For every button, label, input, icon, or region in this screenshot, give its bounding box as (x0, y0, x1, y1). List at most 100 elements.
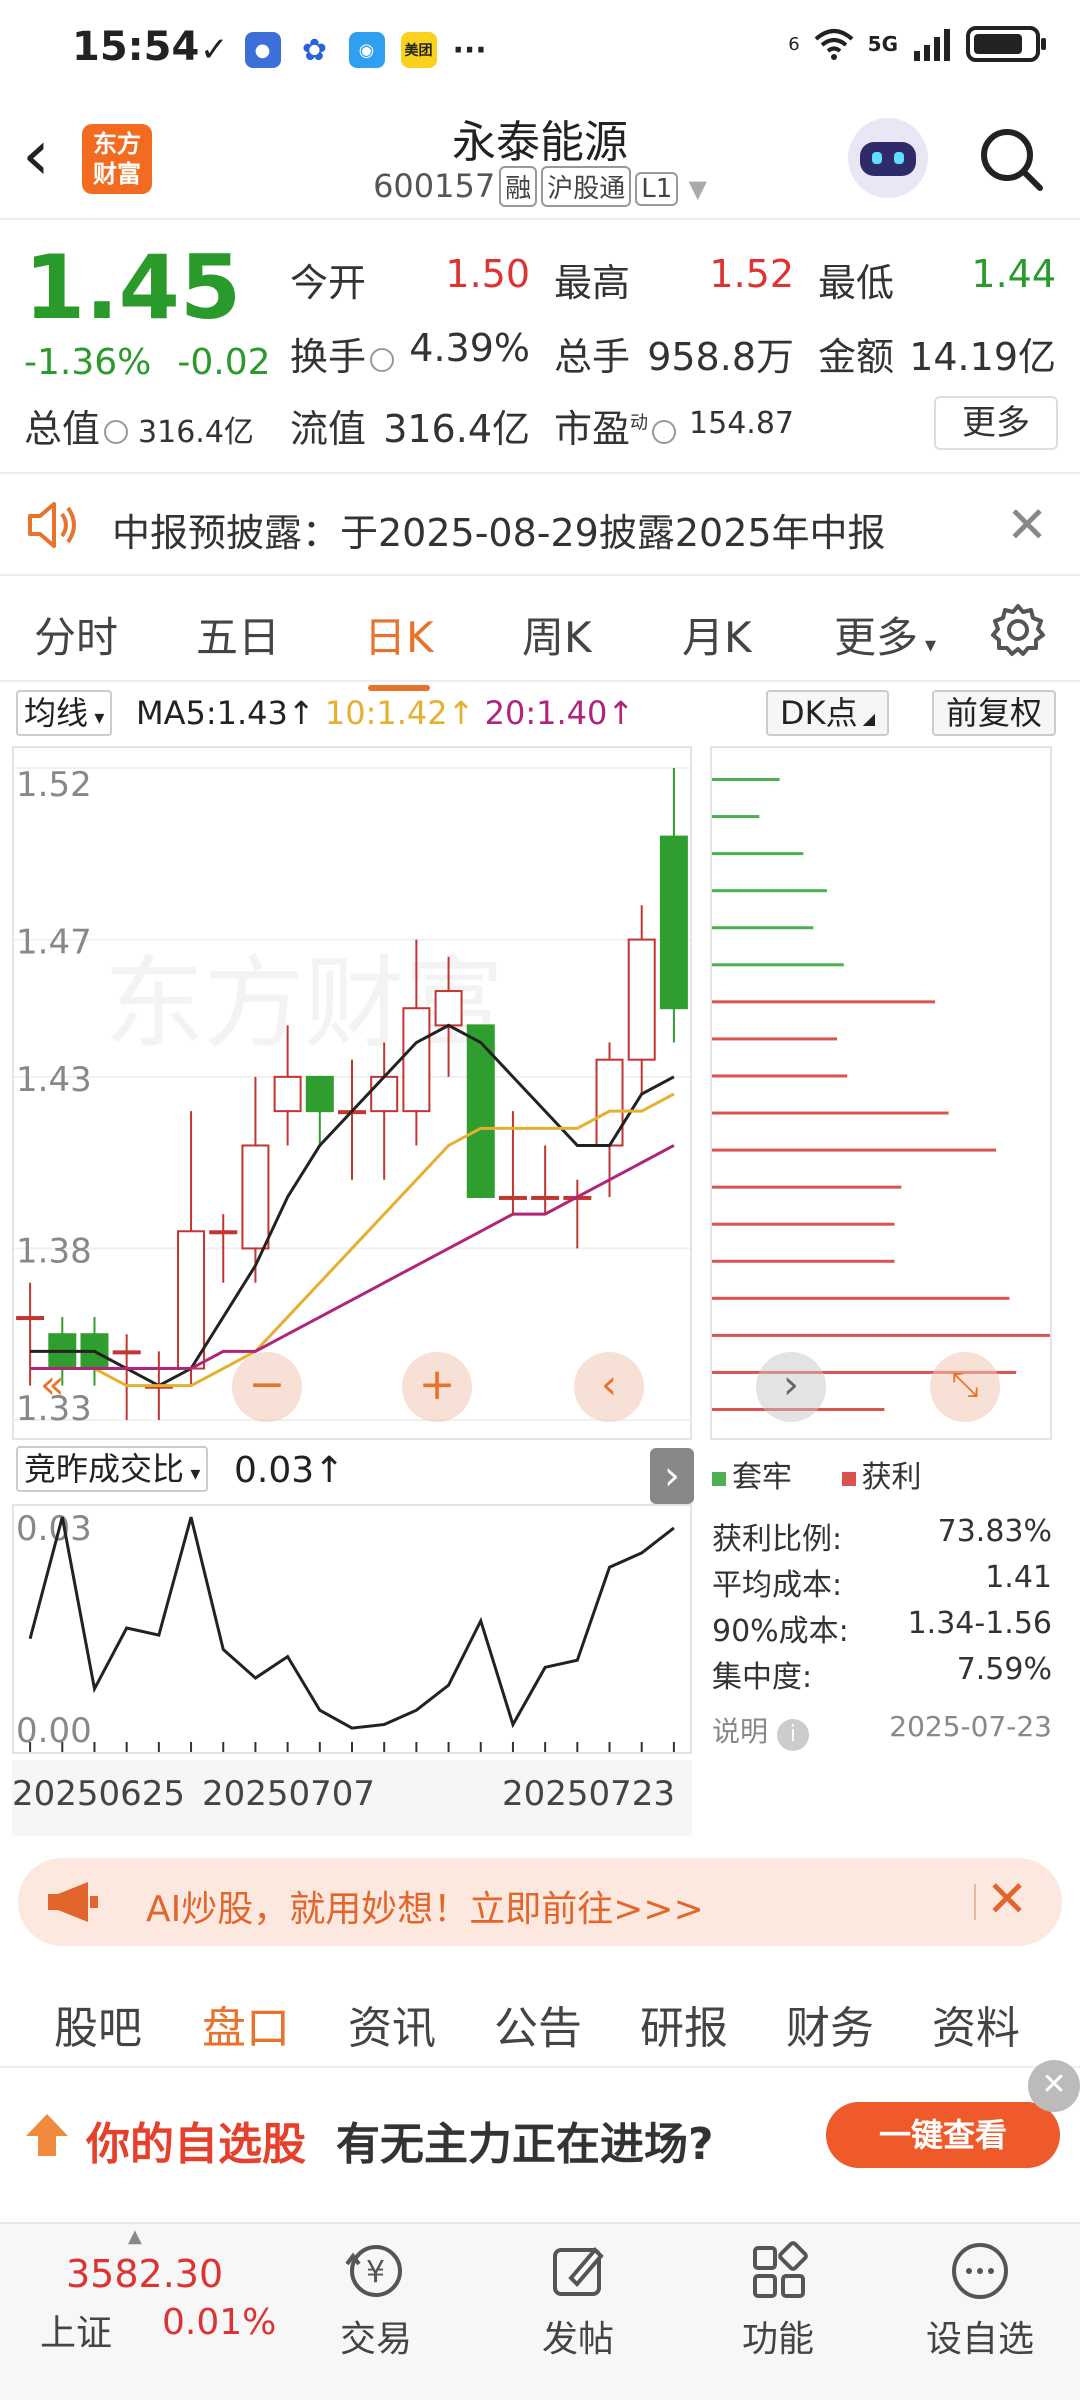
close-icon[interactable]: ✕ (986, 1870, 1028, 1928)
paw-icon: ✿ (296, 32, 333, 68)
float-cap: 流值 316.4亿 (290, 407, 530, 451)
chip-bar (712, 852, 804, 856)
tab-intraday[interactable]: 分时 (34, 604, 118, 665)
indicator-select[interactable]: 竞昨成交比 ▾ (16, 1446, 209, 1492)
tab-finance[interactable]: 财务 (786, 1992, 874, 2056)
close-icon[interactable]: ✕ (1006, 496, 1048, 554)
price-change: -1.36% -0.02 (24, 342, 271, 383)
chip-bar (712, 815, 760, 819)
notification-icons: ✓ ● ✿ ◉ 美团 ··· (200, 30, 487, 70)
adjust-button[interactable]: 前复权 (932, 690, 1057, 736)
more-circle-icon (952, 2243, 1008, 2299)
chip-bar (712, 1259, 895, 1263)
info-icon[interactable] (652, 419, 677, 444)
check-now-button[interactable]: 一键查看 (826, 2102, 1060, 2168)
tab-daily-k[interactable]: 日K (364, 604, 434, 691)
chip-bar (712, 1000, 936, 1004)
caret-down-icon: ▾ (918, 633, 937, 658)
indicator-toolbar: 竞昨成交比 ▾ 0.03↑ › (12, 1446, 694, 1504)
check-badge-icon: ✓ (200, 30, 229, 70)
scroll-left-arrows-icon[interactable]: « (40, 1352, 110, 1422)
yen-exchange-icon: ¥ (345, 2245, 402, 2297)
candle-body (659, 835, 688, 1010)
turnover-rate: 换手 4.39% (290, 326, 530, 379)
tab-five-day[interactable]: 五日 (196, 604, 280, 665)
amount: 金额 14.19亿 (818, 335, 1056, 379)
scroll-left-button[interactable]: ‹ (574, 1352, 644, 1422)
tab-pankou[interactable]: 盘口 (202, 1992, 290, 2080)
zoom-out-button[interactable]: − (232, 1352, 302, 1422)
concentration: 集中度: 7.59% (712, 1652, 1052, 1695)
index-name: 上证 (40, 2313, 113, 2354)
more-notifications-icon: ··· (452, 32, 487, 68)
chip-bar (712, 1222, 895, 1226)
ai-banner[interactable]: AI炒股，就用妙想！立即前往>>> ✕ (18, 1858, 1062, 1946)
nav-add-watchlist[interactable]: 设自选 (910, 2236, 1050, 2362)
period-tabs: 分时 五日 日K 周K 月K 更多 ▾ (0, 578, 1080, 691)
nav-post[interactable]: 发帖 (508, 2236, 648, 2362)
speaker-icon (28, 502, 76, 548)
search-icon[interactable] (976, 124, 1046, 194)
y-tick-label: 1.52 (16, 765, 92, 805)
tab-profile[interactable]: 资料 (932, 1992, 1020, 2056)
grid-icon (753, 2241, 808, 2298)
date-tick: 20250723 (502, 1774, 676, 1814)
cost-90: 90%成本: 1.34-1.56 (712, 1606, 1052, 1649)
clock: 15:54 (72, 24, 200, 70)
chip-bar (712, 1296, 1010, 1300)
candlestick-chart[interactable]: 东方财富 1.52 1.47 1.43 1.38 1.33 − + ‹ « (12, 746, 692, 1440)
chip-distribution: › ⤡ (710, 746, 1052, 1440)
expand-right-button[interactable]: › (650, 1448, 694, 1504)
svg-text:¥: ¥ (366, 2255, 385, 2290)
indicator-chart[interactable]: 0.03 0.00 (12, 1504, 692, 1754)
tab-guba[interactable]: 股吧 (54, 1992, 142, 2056)
caret-down-icon: ▾ (184, 1461, 201, 1485)
gear-icon[interactable] (990, 602, 1046, 658)
candle-body (370, 1075, 399, 1113)
dk-button[interactable]: DK点 ◢ (766, 690, 890, 736)
content-tabs: 股吧 盘口 资讯 公告 研报 财务 资料 (0, 1964, 1080, 2080)
tab-monthly-k[interactable]: 月K (682, 604, 752, 665)
chip-bar (712, 1074, 848, 1078)
notice-bar[interactable]: 中报预披露：于2025-08-29披露2025年中报 ✕ (0, 472, 1080, 576)
chip-bar (712, 889, 827, 893)
info-icon[interactable] (104, 419, 129, 444)
tab-news[interactable]: 资讯 (348, 1992, 436, 2056)
pe-ratio: 市盈动 154.87 (554, 406, 794, 451)
expand-icon[interactable]: ⤡ (930, 1352, 1000, 1422)
tab-weekly-k[interactable]: 周K (522, 604, 592, 665)
bottom-nav: ▲ 3582.30 上证 0.01% ¥ 交易 发帖 功能 设自选 (0, 2222, 1080, 2400)
battery-icon (966, 26, 1046, 62)
explain-link[interactable]: 说明 i (712, 1710, 809, 1751)
caret-up-icon: ▲ (128, 2226, 142, 2247)
notice-text: 中报预披露：于2025-08-29披露2025年中报 (112, 511, 886, 555)
tab-research[interactable]: 研报 (640, 1992, 728, 2056)
cell-signal-icon (914, 29, 950, 61)
promo-banner[interactable]: 你的自选股 有无主力正在进场? 一键查看 ✕ (0, 2060, 1080, 2200)
y-tick-label: 1.47 (16, 923, 92, 963)
wifi-icon (814, 29, 853, 60)
scroll-right-button[interactable]: › (756, 1352, 826, 1422)
date-tick: 20250625 (12, 1774, 186, 1814)
ai-assistant-icon[interactable] (848, 118, 928, 198)
y-tick-label: 1.38 (16, 1231, 92, 1271)
chip-bar (712, 926, 814, 930)
tab-more[interactable]: 更多 ▾ (834, 604, 936, 665)
info-icon[interactable] (370, 347, 395, 372)
zoom-in-button[interactable]: + (402, 1352, 472, 1422)
chip-distribution-svg (712, 778, 1050, 1411)
close-icon[interactable]: ✕ (1028, 2060, 1080, 2112)
candle-body (305, 1075, 334, 1113)
ma-select[interactable]: 均线 ▾ (16, 690, 113, 736)
arrow-up-icon (26, 2114, 68, 2156)
avg-cost: 平均成本: 1.41 (712, 1560, 1052, 1603)
tab-announcements[interactable]: 公告 (494, 1992, 582, 2056)
y-tick-label: 1.43 (16, 1060, 92, 1100)
promo-highlight: 你的自选股 (86, 2119, 306, 2170)
index-price: 3582.30 (66, 2252, 224, 2296)
indicator-value: 0.03↑ (234, 1450, 345, 1491)
more-quote-button[interactable]: 更多 (934, 396, 1058, 450)
nav-trade[interactable]: ¥ 交易 (306, 2236, 446, 2362)
chip-bar (712, 778, 780, 781)
nav-functions[interactable]: 功能 (708, 2236, 848, 2362)
